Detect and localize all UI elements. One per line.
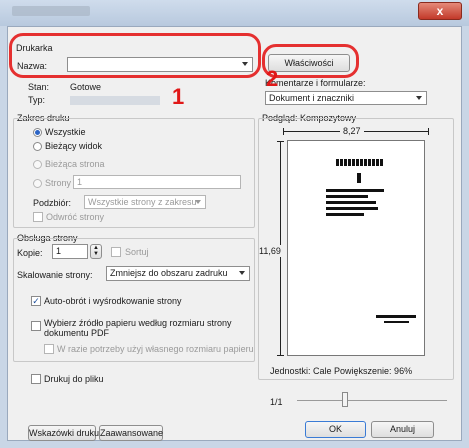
reverse-label: Odwróć strony [46,212,105,222]
preview-mark [357,173,361,183]
reverse-checkbox[interactable] [33,212,43,222]
chevron-down-icon [416,96,422,100]
annotation-1: 1 [172,84,185,109]
copies-stepper[interactable]: ▲ ▼ [90,244,102,259]
preview-heading [336,159,383,166]
custom-size-checkbox[interactable] [44,344,54,354]
page-slider-thumb[interactable] [342,392,348,407]
height-tick-top [277,141,284,142]
pages-input[interactable]: 1 [73,175,241,189]
status-label: Stan: [28,82,50,92]
radio-all[interactable] [33,128,42,137]
cancel-button[interactable]: Anuluj [371,421,434,438]
preview-line [376,315,416,318]
paper-source-checkbox[interactable] [31,321,41,331]
page-slider-track[interactable] [297,400,447,401]
radio-current-page[interactable] [33,160,42,169]
scaling-select[interactable]: Zmniejsz do obszaru zadruku [106,266,250,281]
collate-checkbox[interactable] [111,247,121,257]
units-zoom: Jednostki: Cale Powiększenie: 96% [270,366,413,376]
print-hints-button[interactable]: Wskazówki druku [28,425,99,441]
chevron-down-icon [195,200,201,204]
comments-select[interactable]: Dokument i znaczniki [265,91,427,105]
preview-line [384,321,409,323]
comments-selected: Dokument i znaczniki [269,93,355,103]
close-button[interactable]: x [418,2,462,20]
highlight-printer [9,33,261,78]
subset-select[interactable]: Wszystkie strony z zakresu [84,195,206,209]
custom-size-label: W razie potrzeby użyj własnego rozmiaru … [57,344,254,354]
print-to-file-label: Drukuj do pliku [44,374,104,384]
paper-source-label-1: Wybierz źródło papieru według rozmiaru s… [44,318,232,328]
preview-line [326,201,376,204]
status-value: Gotowe [70,82,102,92]
height-tick-bottom [277,355,284,356]
comments-label: Komentarze i formularze: [265,78,366,88]
type-label: Typ: [28,95,46,105]
width-value: 8,27 [340,126,364,136]
radio-current-view[interactable] [33,142,42,151]
chevron-down-icon [239,271,245,275]
radio-pages-label: Strony [45,178,72,188]
preview-line [326,195,368,198]
radio-current-page-label: Bieżąca strona [45,159,105,169]
height-value: 11,69 [259,245,281,257]
print-to-file-checkbox[interactable] [31,374,41,384]
subset-label: Podzbiór: [33,198,72,208]
scaling-label: Skalowanie strony: [17,270,93,280]
scaling-value: Zmniejsz do obszaru zadruku [110,268,228,278]
preview-line [326,189,384,192]
annotation-2: 2 [266,66,279,91]
page-preview [287,140,425,356]
preview-line [326,213,364,216]
copies-input[interactable]: 1 [52,244,88,259]
radio-pages[interactable] [33,179,42,188]
ok-button[interactable]: OK [305,421,366,438]
page-indicator: 1/1 [270,397,283,407]
advanced-button[interactable]: Zaawansowane [99,425,163,441]
width-tick-right [428,128,429,135]
subset-value: Wszystkie strony z zakresu [88,197,197,207]
radio-all-label: Wszystkie [45,127,86,137]
type-value [70,96,160,105]
radio-current-view-label: Bieżący widok [45,141,103,151]
copies-label: Kopie: [17,248,43,258]
window-title [12,6,90,16]
collate-label: Sortuj [125,247,149,257]
paper-source-label-2: dokumentu PDF [44,328,110,338]
width-tick-left [283,128,284,135]
preview-line [326,207,378,210]
auto-rotate-checkbox[interactable]: ✓ [31,296,41,306]
auto-rotate-label: Auto-obrót i wyśrodkowanie strony [44,296,182,306]
